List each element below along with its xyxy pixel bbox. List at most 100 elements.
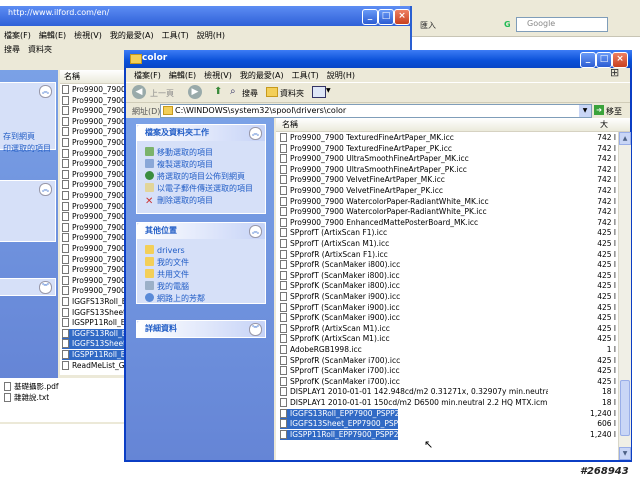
list-item[interactable]: Pro9900_7900 Pr	[62, 180, 126, 190]
chevron-up-icon[interactable]: ︽	[39, 85, 52, 98]
task-print[interactable]: 印選取的項目	[3, 143, 51, 154]
list-item[interactable]: Pro9900_7900 Pr	[62, 148, 126, 159]
file-row[interactable]: Pro9900_7900 WatercolorPaper-RadiantWhit…	[280, 196, 489, 207]
file-row[interactable]: Pro9900_7900 TexturedFineArtPaper_PK.icc	[280, 143, 452, 154]
task-copy[interactable]: 複製選取的項目	[145, 159, 213, 170]
list-item[interactable]: Pro9900_7900 Te	[62, 222, 126, 233]
file-row[interactable]: DISPLAY1 2010-01-01 142.948cd/m2 0.31271…	[280, 387, 548, 397]
file-row[interactable]: IGGFS13Roll_EPP7900_PSPP250n.icc	[280, 408, 398, 419]
file-row[interactable]: SPprofT (ArtixScan M1).icc	[280, 239, 389, 249]
menu-favorites[interactable]: 我的最愛(A)	[240, 71, 284, 80]
minimize-button[interactable]: _	[362, 9, 378, 25]
minimize-button[interactable]: _	[580, 52, 596, 68]
menu-edit[interactable]: 編輯(E)	[39, 31, 66, 40]
list-item[interactable]: Pro9900_7900 W	[62, 286, 126, 296]
list-item[interactable]: Pro9900_7900 Pr	[62, 85, 126, 95]
menu-view[interactable]: 檢視(V)	[74, 31, 102, 40]
list-item[interactable]: IGGFS13Roll_EP	[62, 328, 126, 339]
menu-tools[interactable]: 工具(T)	[162, 31, 189, 40]
vertical-scrollbar[interactable]: ▲ ▼	[618, 132, 631, 460]
list-item[interactable]: Pro9900_7900 U	[62, 265, 126, 275]
scroll-down-arrow[interactable]: ▼	[619, 447, 631, 460]
list-item[interactable]: 基礎攝影.pdf	[4, 382, 59, 392]
file-row[interactable]: SPprofR (ArtixScan M1).icc	[280, 323, 390, 334]
name-column-header[interactable]: 名稱	[282, 118, 298, 131]
chevron-down-icon[interactable]: ︾	[39, 281, 52, 294]
file-row[interactable]: SPprofR (ScanMaker i900).icc	[280, 292, 400, 302]
menu-favorites[interactable]: 我的最愛(A)	[110, 31, 154, 40]
chevron-up-icon[interactable]: ︽	[249, 225, 262, 238]
details-title[interactable]: 詳細資料	[137, 321, 265, 337]
place-my-computer[interactable]: 我的電腦	[145, 281, 189, 292]
list-item[interactable]: Pro9900_7900 Sa	[62, 201, 126, 212]
list-item[interactable]: Pro9900_7900 Pr	[62, 159, 126, 169]
file-row[interactable]: AdobeRGB1998.icc	[280, 345, 362, 355]
import-label[interactable]: 匯入	[420, 20, 436, 31]
back-button[interactable]: 上一頁	[150, 88, 174, 99]
file-row[interactable]: SPprofK (ArtixScan M1).icc	[280, 334, 390, 344]
menu-edit[interactable]: 編輯(E)	[169, 71, 196, 80]
menu-help[interactable]: 說明(H)	[327, 71, 355, 80]
file-row[interactable]: IGGFS13Sheet_EPP7900_PSPP250n.icc	[280, 419, 398, 430]
file-row[interactable]: Pro9900_7900 VelvetFineArtPaper_MK.icc	[280, 175, 445, 185]
menu-help[interactable]: 說明(H)	[197, 31, 225, 40]
file-row[interactable]: IGSPP11Roll_EPP7900_PSPP250n.icc	[280, 429, 398, 440]
menu-file[interactable]: 檔案(F)	[134, 71, 161, 80]
name-column-header[interactable]: 名稱	[60, 70, 126, 84]
file-row[interactable]: SPprofK (ScanMaker i700).icc	[280, 376, 400, 387]
list-item[interactable]: ReadMeList_Gale	[62, 360, 126, 371]
other-places-title[interactable]: 其他位置	[137, 223, 265, 239]
go-button[interactable]: 移至	[606, 106, 622, 117]
file-row[interactable]: SPprofR (ArtixScan F1).icc	[280, 249, 388, 260]
scrollbar-thumb[interactable]	[620, 380, 630, 436]
search-button[interactable]: 搜尋	[4, 45, 20, 54]
scroll-up-arrow[interactable]: ▲	[619, 132, 631, 145]
file-row[interactable]: SPprofK (ScanMaker i800).icc	[280, 281, 400, 291]
close-button[interactable]: ×	[394, 9, 410, 25]
list-item[interactable]: Pro9900_7900 W	[62, 275, 126, 286]
file-row[interactable]: DISPLAY1 2010-01-01 150cd/m2 D6500 min.n…	[280, 398, 547, 408]
file-row[interactable]: SPprofT (ScanMaker i900).icc	[280, 302, 400, 313]
search-button[interactable]: 搜尋	[242, 88, 258, 99]
menu-file[interactable]: 檔案(F)	[4, 31, 31, 40]
folders-button[interactable]: 資料夾	[28, 45, 52, 54]
list-item[interactable]: Pro9900_7900 Pr	[62, 138, 126, 148]
list-item[interactable]: IGSPP11Roll_EPF	[62, 318, 126, 328]
place-shared-documents[interactable]: 共用文件	[145, 269, 189, 280]
chevron-up-icon[interactable]: ︽	[249, 127, 262, 140]
file-row[interactable]: SPprofT (ArtixScan F1).icc	[280, 228, 387, 238]
list-item[interactable]: Pro9900_7900 Sr	[62, 212, 126, 222]
list-item[interactable]: Pro9900_7900 Pr	[62, 116, 126, 127]
search-field[interactable]: Google	[516, 17, 608, 32]
menu-view[interactable]: 檢視(V)	[204, 71, 232, 80]
list-item[interactable]: IGGFS13Sheet_EI	[62, 307, 126, 318]
up-folder-icon[interactable]: ⬆	[214, 86, 222, 97]
list-item[interactable]: Pro9900_7900 Pr	[62, 95, 126, 106]
list-item[interactable]: Pro9900_7900 Pr	[62, 106, 126, 116]
list-item[interactable]: Pro9900_7900 Te	[62, 233, 126, 243]
forward-icon[interactable]: ▶	[188, 85, 202, 99]
file-row[interactable]: SPprofK (ScanMaker i900).icc	[280, 313, 400, 323]
task-delete[interactable]: ✕ 刪除選取的項目	[145, 195, 213, 207]
file-row[interactable]: Pro9900_7900 UltraSmoothFineArtPaper_MK.…	[280, 154, 469, 164]
file-row[interactable]: Pro9900_7900 EnhancedMattePosterBoard_MK…	[280, 217, 478, 228]
list-item[interactable]: IGSPP11Roll_EP	[62, 350, 126, 360]
chevron-up-icon[interactable]: ︽	[39, 183, 52, 196]
file-row[interactable]: Pro9900_7900 VelvetFineArtPaper_PK.icc	[280, 186, 443, 196]
task-publish[interactable]: 將選取的項目公佈到網頁	[145, 171, 245, 182]
address-input[interactable]: C:\WINDOWS\system32\spool\drivers\color …	[160, 104, 592, 118]
list-item[interactable]: IGGFS13Roll_EPF	[62, 297, 126, 307]
chevron-down-icon[interactable]: ︾	[249, 323, 262, 336]
file-row[interactable]: SPprofR (ScanMaker i700).icc	[280, 355, 400, 366]
place-network[interactable]: 網路上的芳鄰	[145, 293, 205, 304]
task-email[interactable]: 以電子郵件傳送選取的項目	[145, 183, 253, 194]
go-arrow-icon[interactable]: ➜	[594, 105, 604, 115]
file-row[interactable]: Pro9900_7900 TexturedFineArtPaper_MK.icc	[280, 133, 454, 143]
maximize-button[interactable]: □	[378, 9, 394, 25]
list-item[interactable]: Pro9900_7900 Sa	[62, 191, 126, 201]
file-row[interactable]: SPprofT (ScanMaker i700).icc	[280, 366, 400, 376]
task-publish[interactable]: 存到網頁	[3, 131, 35, 142]
file-row[interactable]: SPprofT (ScanMaker i800).icc	[280, 270, 400, 281]
views-icon[interactable]	[312, 86, 326, 98]
file-row[interactable]: SPprofR (ScanMaker i800).icc	[280, 260, 400, 270]
